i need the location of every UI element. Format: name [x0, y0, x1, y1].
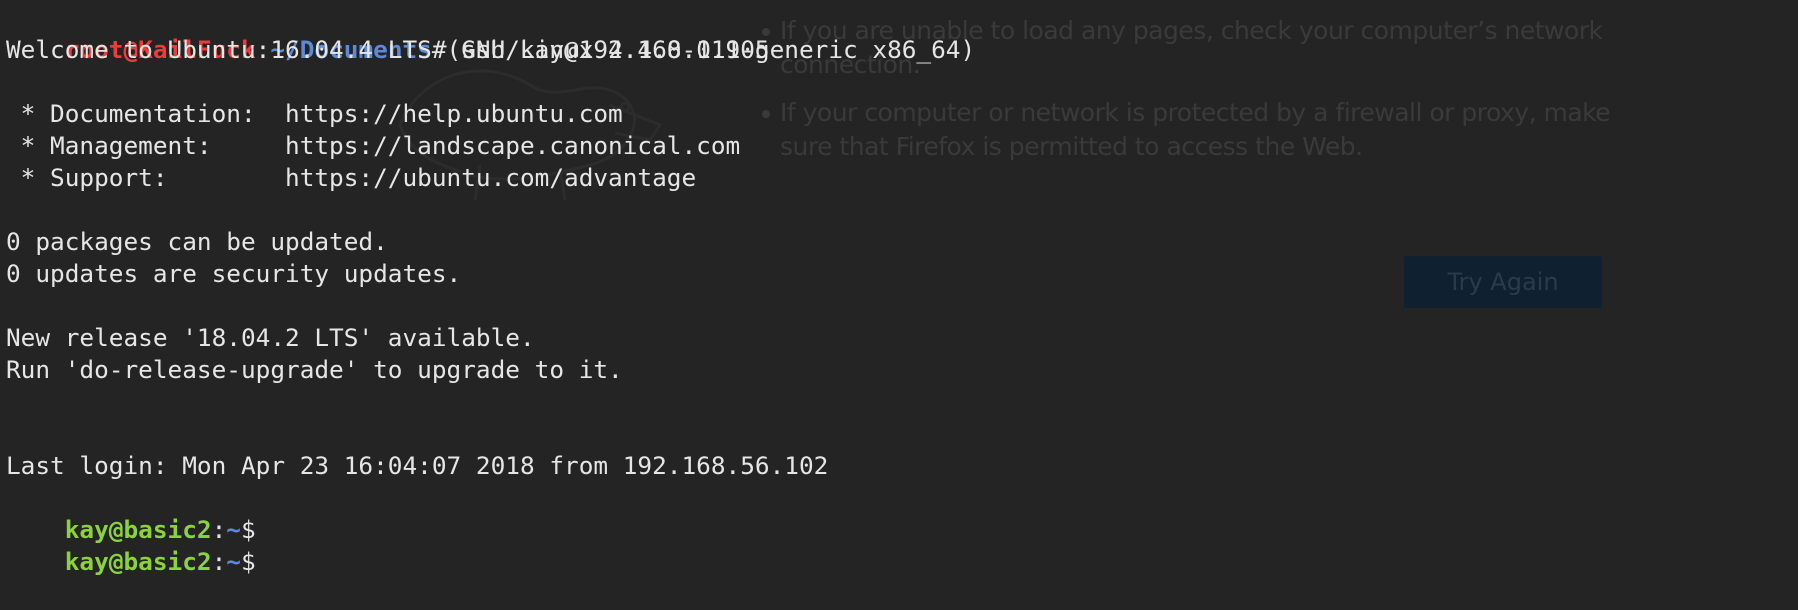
- remote-prompt-path: ~: [226, 547, 241, 576]
- remote-prompt-line: kay@basic2:~$: [6, 482, 256, 544]
- last-login-line: Last login: Mon Apr 23 16:04:07 2018 fro…: [6, 451, 829, 480]
- remote-prompt-line[interactable]: kay@basic2:~$: [6, 514, 256, 576]
- management-line: * Management: https://landscape.canonica…: [6, 131, 741, 160]
- upgrade-hint-line: Run 'do-release-upgrade' to upgrade to i…: [6, 355, 623, 384]
- remote-prompt-colon: :: [211, 547, 227, 576]
- local-prompt-line: root@KailFuck:~/Documents# ssh kay@192.1…: [6, 2, 770, 64]
- security-updates-line: 0 updates are security updates.: [6, 259, 462, 288]
- terminal-window[interactable]: root@KailFuck:~/Documents# ssh kay@192.1…: [0, 0, 1798, 576]
- welcome-line: Welcome to Ubuntu 16.04.4 LTS (GNU/Linux…: [6, 35, 976, 64]
- remote-prompt-symbol: $: [240, 547, 256, 576]
- support-line: * Support: https://ubuntu.com/advantage: [6, 163, 697, 192]
- packages-line: 0 packages can be updated.: [6, 227, 388, 256]
- documentation-line: * Documentation: https://help.ubuntu.com: [6, 99, 623, 128]
- remote-prompt-user: kay@basic2: [64, 547, 212, 576]
- new-release-line: New release '18.04.2 LTS' available.: [6, 323, 535, 352]
